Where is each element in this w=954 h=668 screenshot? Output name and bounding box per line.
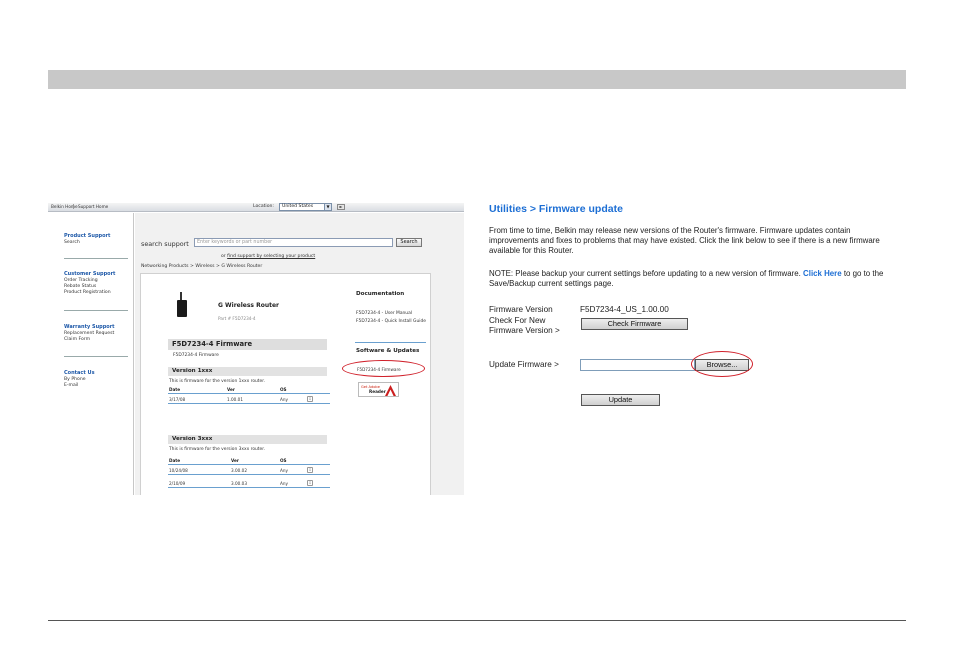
sidebar-divider <box>64 356 128 357</box>
sidebar-item[interactable]: Claim Form <box>64 337 115 343</box>
or-text: or <box>221 254 226 259</box>
support-page-screenshot: Belkin Home Support Home Location: Unite… <box>48 203 464 495</box>
sidebar-item[interactable]: Replacement Request <box>64 331 115 337</box>
table-header-row: Date Ver OS <box>168 456 330 465</box>
download-icon[interactable]: ⇩ <box>307 396 313 402</box>
update-firmware-label: Update Firmware > <box>489 360 559 369</box>
table-row: 3/17/08 1.00.01 Any ⇩ <box>168 395 330 404</box>
sidebar-group-contact-us: Contact Us By Phone E-mail <box>64 369 95 389</box>
download-icon[interactable]: ⇩ <box>307 467 313 473</box>
page-title: Utilities > Firmware update <box>489 203 623 215</box>
firmware-subtitle: F5D7234-4 Firmware <box>173 353 219 358</box>
location-go-button[interactable]: ► <box>337 204 345 210</box>
version-heading: Version 3xxx <box>168 435 327 444</box>
click-here-link[interactable]: Click Here <box>803 269 842 278</box>
highlight-circle <box>342 360 425 377</box>
support-sidebar: Product Support Search Customer Support … <box>48 213 134 495</box>
firmware-version-value: F5D7234-4_US_1.00.00 <box>580 305 669 314</box>
search-label: search support <box>141 240 189 248</box>
doc-link-user-manual[interactable]: F5D7234-4 - User Manual <box>356 311 432 317</box>
sidebar-item[interactable]: Product Registration <box>64 290 115 296</box>
sidebar-divider <box>64 310 128 311</box>
table-row: 2/10/09 3.00.03 Any ⇩ <box>168 479 330 488</box>
intro-text: From time to time, Belkin may release ne… <box>489 226 880 256</box>
check-firmware-button[interactable]: Check Firmware <box>581 318 688 330</box>
table-row: 10/24/08 3.00.02 Any ⇩ <box>168 466 330 475</box>
router-image <box>175 292 189 317</box>
sidebar-group-customer-support: Customer Support Order Tracking Rebate S… <box>64 270 115 295</box>
find-support-line: or find support by selecting your produc… <box>221 254 315 259</box>
sidebar-title[interactable]: Customer Support <box>64 270 115 278</box>
sidebar-item[interactable]: Search <box>64 240 110 246</box>
sidebar-group-product-support: Product Support Search <box>64 232 110 246</box>
sidebar-item[interactable]: E-mail <box>64 383 95 389</box>
sidebar-title[interactable]: Contact Us <box>64 369 95 377</box>
search-input[interactable]: Enter keywords or part number <box>194 238 393 247</box>
firmware-version-label: Firmware Version <box>489 305 553 314</box>
product-part-number: Part # F5D7234-4 <box>218 316 256 321</box>
find-support-link[interactable]: find support by selecting your product <box>227 254 315 259</box>
sidebar-title[interactable]: Product Support <box>64 232 110 240</box>
search-button[interactable]: Search <box>396 238 422 247</box>
version-heading: Version 1xxx <box>168 367 327 376</box>
highlight-circle <box>691 351 753 377</box>
sidebar-title[interactable]: Warranty Support <box>64 323 115 331</box>
sidebar-group-warranty-support: Warranty Support Replacement Request Cla… <box>64 323 115 343</box>
location-label: Location: <box>253 204 274 209</box>
adobe-reader-badge[interactable]: Get Adobe Reader <box>358 382 399 397</box>
chevron-down-icon: ▼ <box>324 204 331 210</box>
firmware-file-input[interactable] <box>580 359 695 371</box>
breadcrumb[interactable]: Networking Products > Wireless > G Wirel… <box>141 264 262 269</box>
table-header-row: Date Ver OS <box>168 385 330 394</box>
check-firmware-label: Check For New Firmware Version > <box>489 316 560 335</box>
nav-link-support-home[interactable]: Support Home <box>73 204 108 209</box>
software-updates-title: Software & Updates <box>356 348 420 354</box>
sidebar-divider <box>64 258 128 259</box>
support-main: search support Enter keywords or part nu… <box>135 213 464 495</box>
documentation-title: Documentation <box>356 291 405 297</box>
update-button[interactable]: Update <box>581 394 660 406</box>
adobe-logo-icon <box>385 385 396 396</box>
version-description: This is firmware for the version 1xxx ro… <box>169 379 266 384</box>
firmware-heading: F5D7234-4 Firmware <box>168 339 327 350</box>
page-header-bar <box>48 70 906 89</box>
location-select-value: United States <box>282 204 314 209</box>
support-top-nav: Belkin Home Support Home Location: Unite… <box>48 203 464 212</box>
footer-rule <box>48 620 906 621</box>
location-select[interactable]: United States ▼ <box>279 203 332 211</box>
doc-link-quick-install[interactable]: F5D7234-4 - Quick Install Guide <box>356 319 432 325</box>
doc-divider <box>355 342 426 343</box>
version-description: This is firmware for the version 3xxx ro… <box>169 447 266 452</box>
firmware-update-screenshot: Utilities > Firmware update From time to… <box>486 198 906 418</box>
download-icon[interactable]: ⇩ <box>307 480 313 486</box>
backup-note: NOTE: Please backup your current setting… <box>489 269 884 289</box>
product-name: G Wireless Router <box>218 302 279 309</box>
product-content-panel: G Wireless Router Part # F5D7234-4 F5D72… <box>140 273 431 495</box>
adobe-reader-text: Reader <box>369 389 386 394</box>
